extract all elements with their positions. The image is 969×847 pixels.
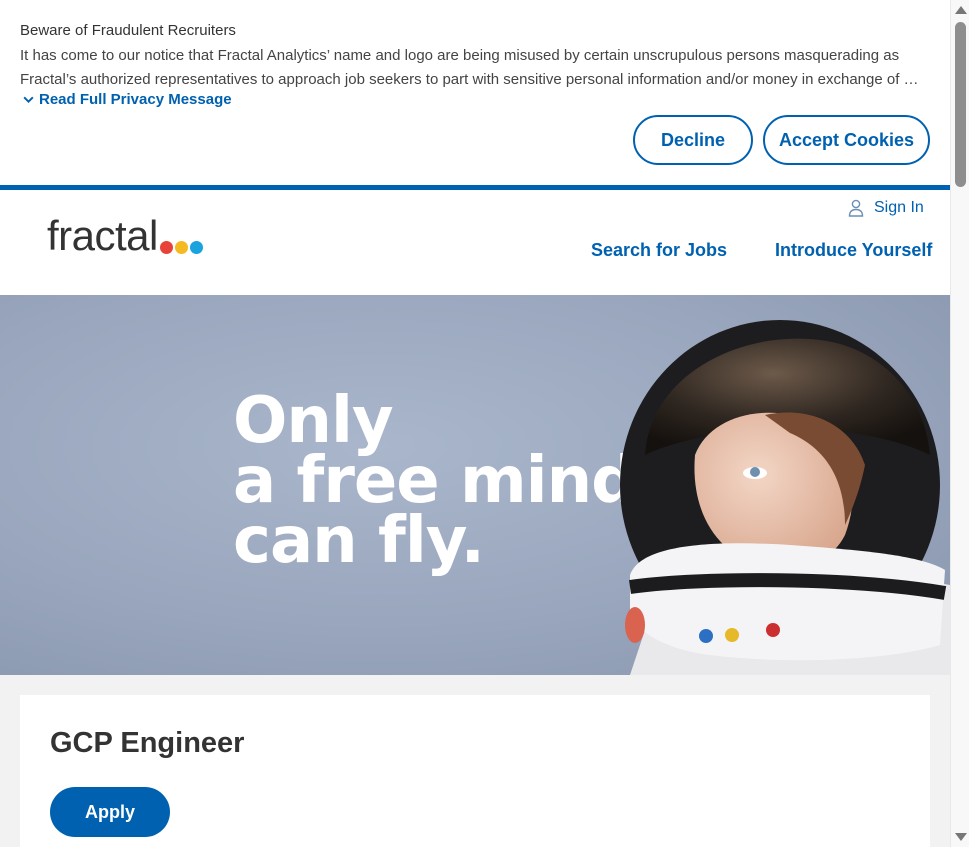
cookie-message: It has come to our notice that Fractal A… [20, 44, 925, 92]
cookie-message-line1: It has come to our notice that Fractal A… [20, 47, 900, 64]
nav-introduce-yourself[interactable]: Introduce Yourself [775, 240, 932, 261]
user-icon [848, 199, 864, 217]
read-full-privacy-link[interactable]: Read Full Privacy Message [22, 91, 232, 108]
page-scrollbar[interactable] [950, 0, 969, 847]
decline-button[interactable]: Decline [633, 115, 753, 165]
scroll-down-arrow-icon[interactable] [955, 833, 967, 841]
sign-in-link[interactable]: Sign In [848, 199, 924, 217]
astronaut-child-image [620, 320, 950, 675]
cookie-banner: Beware of Fraudulent Recruiters It has c… [0, 0, 950, 185]
site-header: fractal Sign In Search for Jobs Introduc… [0, 190, 950, 295]
hero-banner: Only a free mind can fly. [0, 295, 950, 675]
logo-dots [159, 241, 203, 254]
chevron-down-icon [23, 96, 34, 104]
hero-slogan: Only a free mind can fly. [233, 384, 637, 578]
hero-line-3: can fly. [233, 504, 485, 578]
hero-line-1: Only [233, 384, 394, 458]
job-title: GCP Engineer [50, 727, 245, 759]
hero-line-2: a free mind [233, 444, 637, 518]
scroll-thumb[interactable] [955, 22, 966, 187]
cookie-message-line2: Fractal’s authorized representatives to … [20, 71, 919, 88]
sign-in-label: Sign In [874, 199, 924, 216]
scroll-up-arrow-icon[interactable] [955, 6, 967, 14]
accept-cookies-button[interactable]: Accept Cookies [763, 115, 930, 165]
job-card: GCP Engineer Apply [20, 695, 930, 847]
read-full-privacy-label: Read Full Privacy Message [39, 91, 232, 108]
cookie-title: Beware of Fraudulent Recruiters [20, 22, 236, 39]
logo-wordmark: fractal [47, 212, 158, 259]
apply-button[interactable]: Apply [50, 787, 170, 837]
fractal-logo[interactable]: fractal [47, 212, 203, 259]
nav-search-for-jobs[interactable]: Search for Jobs [591, 240, 727, 261]
